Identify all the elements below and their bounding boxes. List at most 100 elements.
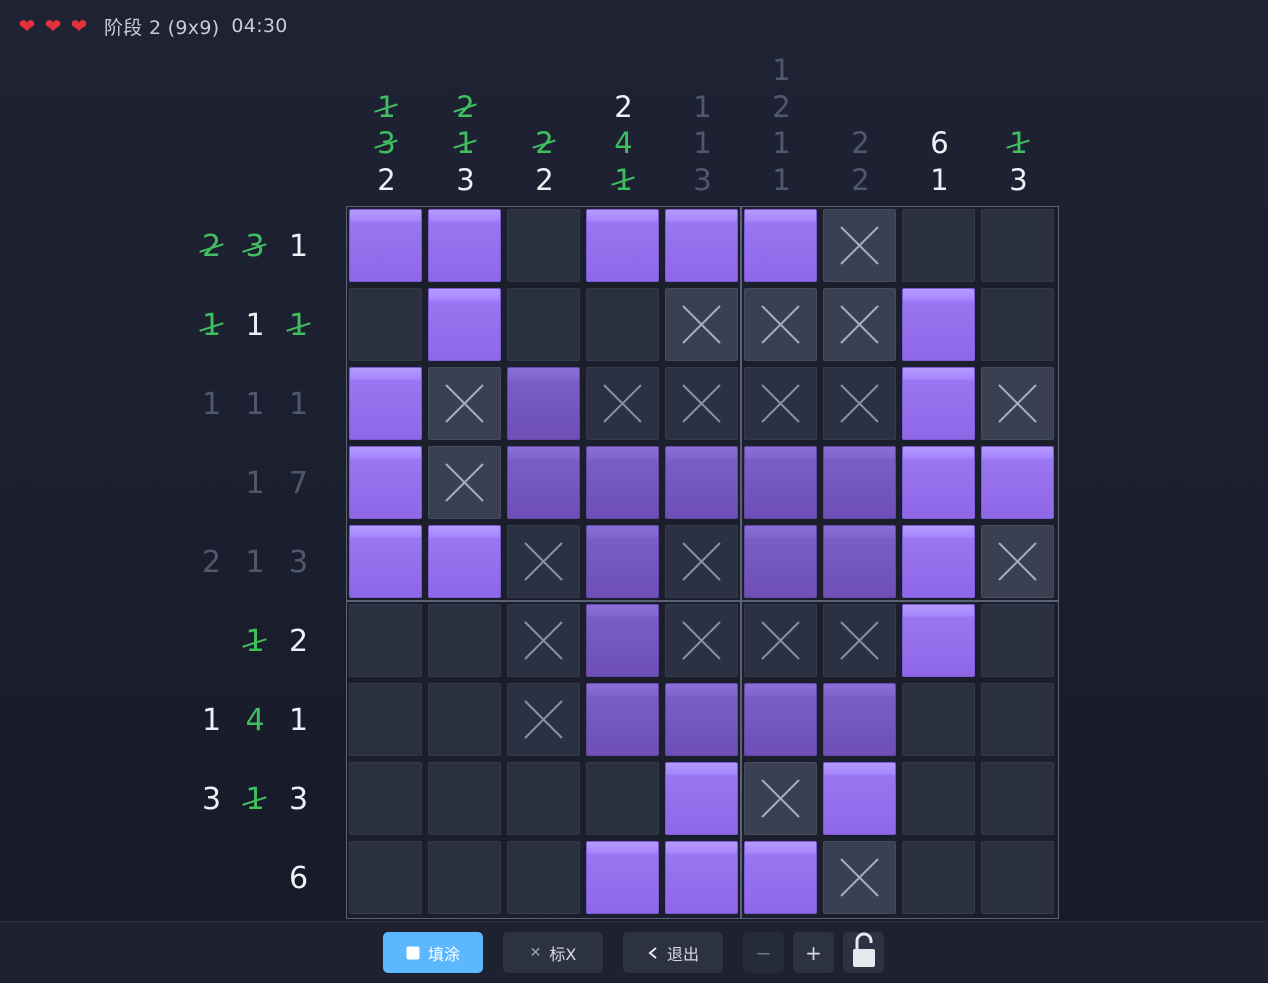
row-clue-entry: 1 — [235, 444, 275, 523]
row-clues: 23111111117213121413136 — [200, 207, 340, 918]
cell-marked-x[interactable] — [744, 762, 817, 835]
cell-empty[interactable] — [981, 762, 1054, 835]
cell-empty[interactable] — [349, 683, 422, 756]
clue-number: 1 — [614, 162, 633, 197]
cell-filled[interactable] — [823, 446, 896, 519]
cell-filled[interactable] — [744, 841, 817, 914]
cell-empty[interactable] — [981, 604, 1054, 677]
cell-filled[interactable] — [586, 841, 659, 914]
lock-button[interactable] — [843, 932, 884, 973]
cell-empty[interactable] — [428, 683, 501, 756]
cell-filled[interactable] — [586, 604, 659, 677]
stage-label: 阶段 2 (9x9) — [104, 16, 220, 39]
cell-filled[interactable] — [665, 209, 738, 282]
cell-empty[interactable] — [902, 683, 975, 756]
cell-filled[interactable] — [823, 525, 896, 598]
cell-filled[interactable] — [349, 446, 422, 519]
cell-empty[interactable] — [507, 841, 580, 914]
cell-marked-x[interactable] — [823, 288, 896, 361]
mark-x-label: 标X — [549, 944, 577, 964]
cell-empty[interactable] — [349, 762, 422, 835]
exit-button[interactable]: 退出 — [623, 932, 723, 973]
cell-empty[interactable] — [428, 604, 501, 677]
cell-empty[interactable] — [507, 209, 580, 282]
cell-marked-x[interactable] — [823, 604, 896, 677]
row-clue-entry: 1 — [279, 207, 319, 286]
cell-filled[interactable] — [823, 762, 896, 835]
cell-marked-x[interactable] — [823, 841, 896, 914]
cell-filled[interactable] — [665, 446, 738, 519]
cell-filled[interactable] — [507, 446, 580, 519]
cell-empty[interactable] — [981, 683, 1054, 756]
cell-empty[interactable] — [507, 762, 580, 835]
cell-filled[interactable] — [744, 683, 817, 756]
cell-marked-x[interactable] — [981, 525, 1054, 598]
cell-empty[interactable] — [349, 288, 422, 361]
cell-marked-x[interactable] — [586, 367, 659, 440]
cell-filled[interactable] — [586, 525, 659, 598]
mark-x-button[interactable]: ✕ 标X — [503, 932, 603, 973]
cell-marked-x[interactable] — [744, 367, 817, 440]
cell-filled[interactable] — [665, 762, 738, 835]
cell-empty[interactable] — [981, 841, 1054, 914]
cell-filled[interactable] — [349, 525, 422, 598]
cell-filled[interactable] — [665, 841, 738, 914]
cell-filled[interactable] — [744, 446, 817, 519]
zoom-in-button[interactable]: + — [793, 932, 834, 973]
column-clue-entry: 2 — [584, 89, 663, 125]
cell-filled[interactable] — [507, 367, 580, 440]
cell-filled[interactable] — [428, 209, 501, 282]
cell-filled[interactable] — [823, 683, 896, 756]
cell-marked-x[interactable] — [665, 288, 738, 361]
cell-filled[interactable] — [902, 604, 975, 677]
column-clue: 13 — [979, 58, 1058, 198]
clue-number: 1 — [693, 126, 712, 160]
cell-marked-x[interactable] — [428, 367, 501, 440]
cell-empty[interactable] — [902, 762, 975, 835]
column-clues: 132213222411131211226113 — [347, 53, 1058, 198]
cell-filled[interactable] — [586, 209, 659, 282]
cell-empty[interactable] — [902, 841, 975, 914]
zoom-out-button[interactable]: − — [743, 932, 784, 973]
cell-filled[interactable] — [665, 683, 738, 756]
row-clue: 17 — [200, 444, 340, 523]
row-clue-entry: 1 — [235, 286, 275, 365]
cell-marked-x[interactable] — [981, 367, 1054, 440]
cell-marked-x[interactable] — [823, 209, 896, 282]
cell-marked-x[interactable] — [507, 604, 580, 677]
cell-empty[interactable] — [428, 841, 501, 914]
cell-marked-x[interactable] — [507, 525, 580, 598]
cell-empty[interactable] — [428, 762, 501, 835]
cell-marked-x[interactable] — [428, 446, 501, 519]
cell-filled[interactable] — [902, 367, 975, 440]
cell-marked-x[interactable] — [665, 525, 738, 598]
cell-marked-x[interactable] — [665, 604, 738, 677]
cell-filled[interactable] — [902, 446, 975, 519]
cell-empty[interactable] — [349, 604, 422, 677]
cell-empty[interactable] — [902, 209, 975, 282]
cell-filled[interactable] — [428, 288, 501, 361]
cell-marked-x[interactable] — [744, 604, 817, 677]
cell-empty[interactable] — [981, 209, 1054, 282]
cell-empty[interactable] — [349, 841, 422, 914]
fill-mode-button[interactable]: 填涂 — [383, 932, 483, 973]
cell-empty[interactable] — [586, 762, 659, 835]
cell-filled[interactable] — [349, 367, 422, 440]
cell-filled[interactable] — [428, 525, 501, 598]
cell-filled[interactable] — [586, 683, 659, 756]
cell-filled[interactable] — [981, 446, 1054, 519]
cell-filled[interactable] — [744, 209, 817, 282]
puzzle-grid[interactable] — [346, 206, 1059, 919]
cell-marked-x[interactable] — [507, 683, 580, 756]
cell-marked-x[interactable] — [744, 288, 817, 361]
cell-marked-x[interactable] — [665, 367, 738, 440]
cell-filled[interactable] — [349, 209, 422, 282]
cell-empty[interactable] — [586, 288, 659, 361]
cell-filled[interactable] — [902, 525, 975, 598]
cell-filled[interactable] — [744, 525, 817, 598]
cell-marked-x[interactable] — [823, 367, 896, 440]
cell-filled[interactable] — [586, 446, 659, 519]
cell-filled[interactable] — [902, 288, 975, 361]
cell-empty[interactable] — [507, 288, 580, 361]
cell-empty[interactable] — [981, 288, 1054, 361]
